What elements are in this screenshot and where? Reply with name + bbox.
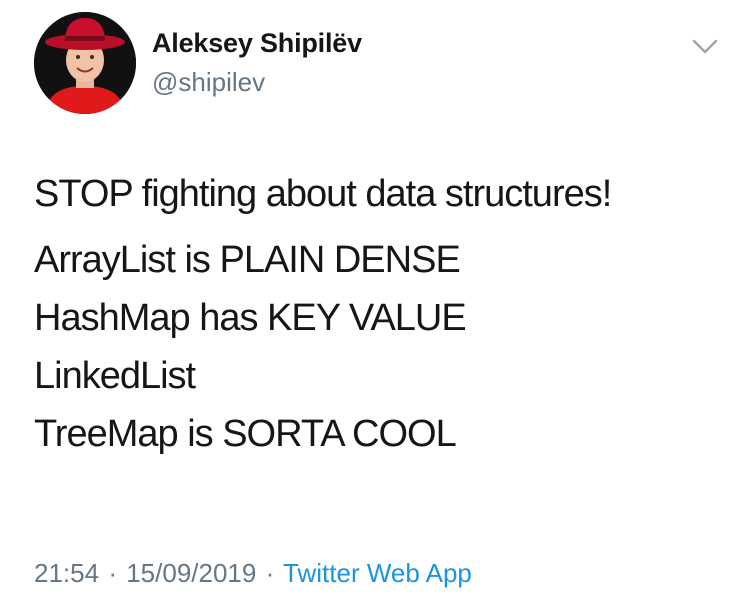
tweet-card: Aleksey Shipilëv @shipilev STOP fighting… <box>0 0 750 606</box>
tweet-text: STOP fighting about data structures! Arr… <box>34 165 724 463</box>
tweet-source-link[interactable]: Twitter Web App <box>283 558 472 588</box>
chevron-down-icon[interactable] <box>692 38 718 56</box>
tweet-metadata: 21:54 · 15/09/2019 · Twitter Web App <box>34 558 472 589</box>
tweet-text-line: HashMap has KEY VALUE <box>34 297 467 339</box>
avatar[interactable] <box>34 12 136 114</box>
tweet-text-line: TreeMap is SORTA COOL <box>34 413 457 455</box>
tweet-date[interactable]: 15/09/2019 <box>126 558 256 588</box>
author-display-name[interactable]: Aleksey Shipilëv <box>152 28 362 59</box>
tweet-text-line: LinkedList <box>34 355 196 397</box>
tweet-text-line: ArrayList is PLAIN DENSE <box>34 239 461 281</box>
avatar-image <box>34 12 136 114</box>
meta-separator: · <box>265 558 275 588</box>
tweet-header: Aleksey Shipilëv @shipilev <box>34 12 724 116</box>
tweet-time[interactable]: 21:54 <box>34 558 99 588</box>
author-handle[interactable]: @shipilev <box>152 67 265 98</box>
meta-separator: · <box>108 558 117 588</box>
tweet-text-line: STOP fighting about data structures! <box>34 173 612 215</box>
